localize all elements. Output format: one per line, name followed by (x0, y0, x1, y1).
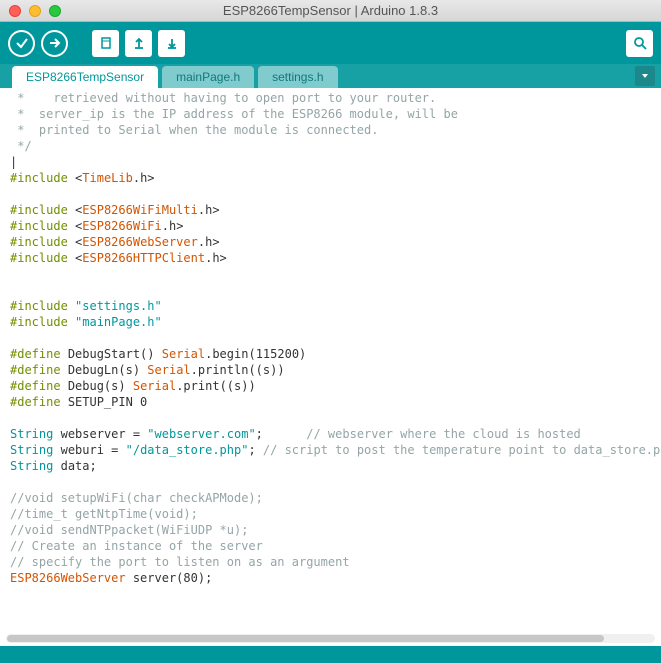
code-comment: // script to post the temperature point … (263, 443, 661, 457)
code-token: > (212, 203, 219, 217)
minimize-icon[interactable] (29, 5, 41, 17)
upload-button[interactable] (41, 30, 68, 57)
zoom-icon[interactable] (49, 5, 61, 17)
code-token: #include (10, 299, 68, 313)
code-token: "settings.h" (75, 299, 162, 313)
code-editor[interactable]: * retrieved without having to open port … (0, 88, 661, 646)
code-token: weburi = (61, 443, 126, 457)
code-comment: * server_ip is the IP address of the ESP… (10, 107, 458, 121)
tab-mainpage-h[interactable]: mainPage.h (162, 66, 254, 88)
code-token: String (10, 427, 53, 441)
code-token: (115200) (248, 347, 306, 361)
window-controls (0, 5, 61, 17)
code-token: Serial (162, 347, 205, 361)
code-token: Serial (133, 379, 176, 393)
tab-menu-button[interactable] (635, 66, 655, 86)
toolbar (0, 22, 661, 64)
code-comment: // Create an instance of the server (10, 539, 263, 553)
code-token: "/data_store.php" (126, 443, 249, 457)
code-token: .begin (205, 347, 248, 361)
code-token: > (212, 235, 219, 249)
code-token: #include (10, 171, 68, 185)
code-token: .h (133, 171, 147, 185)
code-token: #include (10, 219, 68, 233)
open-button[interactable] (125, 30, 152, 57)
code-token: #define (10, 395, 61, 409)
serial-monitor-button[interactable] (626, 30, 653, 57)
code-token: ; (248, 443, 262, 457)
code-token: ESP8266HTTPClient (82, 251, 205, 265)
code-token: ESP8266WebServer (10, 571, 126, 585)
code-token: > (176, 219, 183, 233)
code-token: server(80); (126, 571, 213, 585)
scrollbar-thumb[interactable] (7, 635, 604, 642)
text-cursor: | (10, 155, 17, 169)
editor-area: * retrieved without having to open port … (0, 88, 661, 646)
code-comment: //void sendNTPpacket(WiFiUDP *u); (10, 523, 248, 537)
code-token: data; (61, 459, 97, 473)
close-icon[interactable] (9, 5, 21, 17)
code-token: > (147, 171, 154, 185)
code-token: .h (205, 251, 219, 265)
tab-main-sketch[interactable]: ESP8266TempSensor (12, 66, 158, 88)
code-token: Debug(s) (68, 379, 126, 393)
code-token: "webserver.com" (147, 427, 255, 441)
code-token: ESP8266WebServer (82, 235, 198, 249)
status-bar (0, 646, 661, 663)
code-comment: */ (10, 139, 32, 153)
code-token: ; (256, 427, 307, 441)
code-token: ESP8266WiFi (82, 219, 161, 233)
verify-button[interactable] (8, 30, 35, 57)
code-token: #define (10, 363, 61, 377)
code-comment: //void setupWiFi(char checkAPMode); (10, 491, 263, 505)
window-title: ESP8266TempSensor | Arduino 1.8.3 (0, 3, 661, 18)
tab-bar: ESP8266TempSensor mainPage.h settings.h (0, 64, 661, 88)
code-token: ((s)) (248, 363, 284, 377)
code-token: #define (10, 379, 61, 393)
code-token: .println (191, 363, 249, 377)
code-token: ESP8266WiFiMulti (82, 203, 198, 217)
code-token: webserver = (61, 427, 148, 441)
code-token: .h (162, 219, 176, 233)
code-token: "mainPage.h" (75, 315, 162, 329)
code-token: DebugLn(s) (68, 363, 140, 377)
code-token: .h (198, 203, 212, 217)
code-token: String (10, 443, 53, 457)
tab-settings-h[interactable]: settings.h (258, 66, 337, 88)
code-token: TimeLib (82, 171, 133, 185)
code-token: #include (10, 315, 68, 329)
code-token: > (220, 251, 227, 265)
code-comment: * retrieved without having to open port … (10, 91, 436, 105)
code-token: ((s)) (220, 379, 256, 393)
code-token: #include (10, 203, 68, 217)
code-token: #define (10, 347, 61, 361)
code-comment: // specify the port to listen on as an a… (10, 555, 350, 569)
code-comment: //time_t getNtpTime(void); (10, 507, 198, 521)
code-token: .print (176, 379, 219, 393)
code-token: SETUP_PIN 0 (68, 395, 147, 409)
code-comment: * printed to Serial when the module is c… (10, 123, 378, 137)
window-titlebar: ESP8266TempSensor | Arduino 1.8.3 (0, 0, 661, 22)
new-button[interactable] (92, 30, 119, 57)
code-token: DebugStart() (68, 347, 155, 361)
code-comment: // webserver where the cloud is hosted (306, 427, 581, 441)
code-token: .h (198, 235, 212, 249)
save-button[interactable] (158, 30, 185, 57)
code-token: #include (10, 251, 68, 265)
code-token: #include (10, 235, 68, 249)
horizontal-scrollbar[interactable] (6, 634, 655, 643)
code-token: Serial (147, 363, 190, 377)
code-token: String (10, 459, 53, 473)
